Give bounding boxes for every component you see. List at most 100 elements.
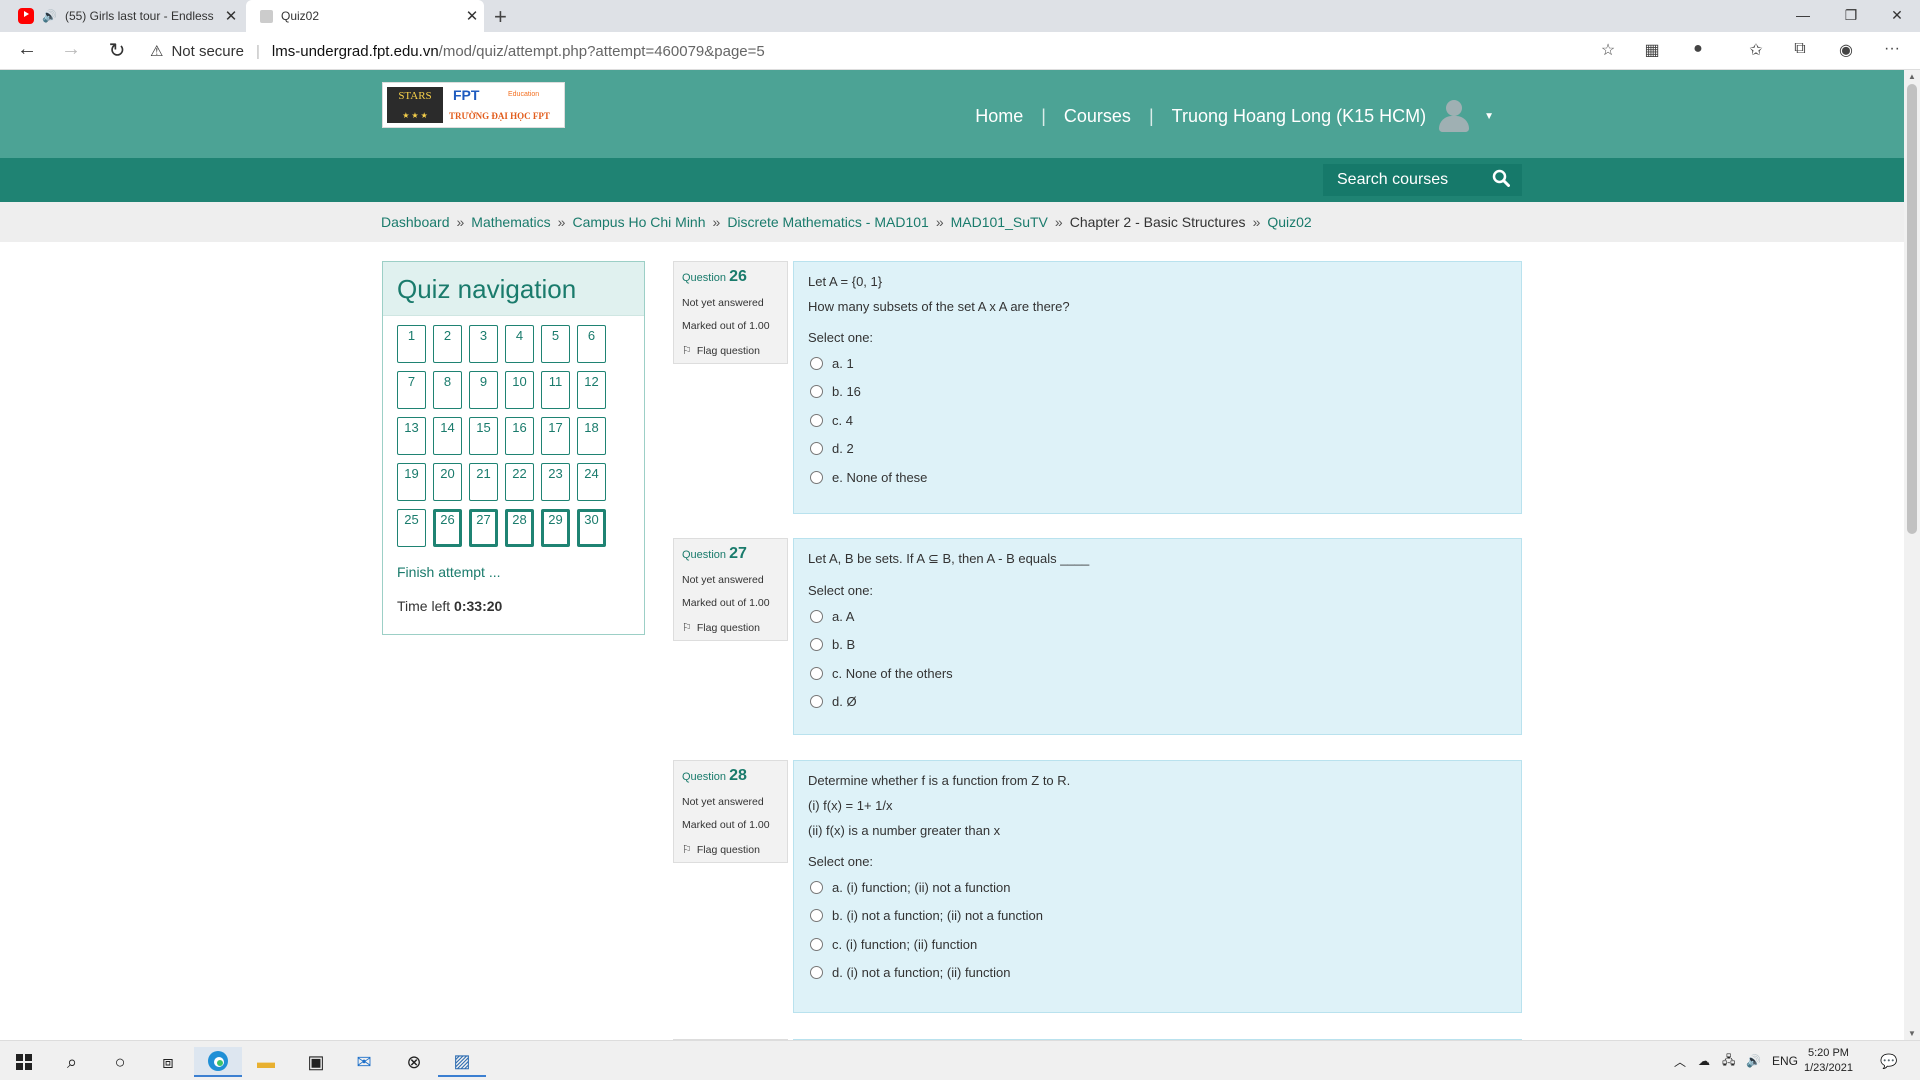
quiz-nav-button[interactable]: 3	[469, 325, 498, 363]
finish-attempt-link[interactable]: Finish attempt ...	[397, 564, 500, 580]
reload-button[interactable]: ↻	[102, 38, 132, 63]
answer-option[interactable]: b. 16	[808, 378, 1507, 407]
flag-question-button[interactable]: ⚐ Flag question	[682, 344, 779, 358]
quiz-nav-button[interactable]: 2	[433, 325, 462, 363]
answer-option-label[interactable]: c. None of the others	[832, 666, 953, 681]
more-menu-icon[interactable]: ···	[1880, 40, 1904, 58]
task-view-icon[interactable]: ⧈	[144, 1047, 192, 1077]
new-tab-button[interactable]: +	[494, 4, 507, 30]
answer-option[interactable]: b. B	[808, 631, 1507, 660]
xbox-icon[interactable]: ⊗	[390, 1047, 438, 1077]
radio-button[interactable]	[810, 909, 823, 923]
speaker-icon[interactable]: 🔊	[42, 9, 57, 23]
quiz-nav-button[interactable]: 22	[505, 463, 534, 501]
quiz-nav-button[interactable]: 1	[397, 325, 426, 363]
file-explorer-icon[interactable]: ▬	[242, 1047, 290, 1077]
quiz-nav-button[interactable]: 11	[541, 371, 570, 409]
nav-courses-link[interactable]: Courses	[1064, 106, 1131, 127]
site-logo[interactable]: STARS ★ ★ ★ FPT Education TRƯỜNG ĐẠI HỌC…	[382, 82, 565, 128]
windows-start-icon[interactable]	[0, 1047, 48, 1077]
scroll-down-icon[interactable]: ▼	[1908, 1029, 1916, 1038]
answer-option-label[interactable]: a. (i) function; (ii) not a function	[832, 880, 1010, 895]
radio-button[interactable]	[810, 385, 823, 399]
answer-option[interactable]: b. (i) not a function; (ii) not a functi…	[808, 902, 1507, 931]
profile-icon[interactable]: ◉	[1834, 40, 1858, 60]
answer-option[interactable]: c. 4	[808, 406, 1507, 435]
radio-button[interactable]	[810, 666, 823, 680]
photos-icon[interactable]: ▨	[438, 1047, 486, 1077]
onedrive-icon[interactable]: ☁	[1698, 1041, 1710, 1080]
back-button[interactable]: ←	[12, 38, 42, 61]
quiz-nav-button[interactable]: 10	[505, 371, 534, 409]
radio-button[interactable]	[810, 937, 823, 951]
answer-option[interactable]: a. A	[808, 602, 1507, 631]
scroll-up-icon[interactable]: ▲	[1908, 72, 1916, 81]
radio-button[interactable]	[810, 695, 823, 709]
quiz-nav-button[interactable]: 4	[505, 325, 534, 363]
flag-question-button[interactable]: ⚐ Flag question	[682, 843, 779, 857]
breadcrumb-item[interactable]: Quiz02	[1267, 214, 1311, 230]
page-scrollbar[interactable]: ▲ ▼	[1904, 70, 1920, 1040]
answer-option[interactable]: c. None of the others	[808, 659, 1507, 688]
quiz-nav-button[interactable]: 16	[505, 417, 534, 455]
radio-button[interactable]	[810, 442, 823, 456]
answer-option-label[interactable]: b. B	[832, 637, 855, 652]
answer-option[interactable]: d. 2	[808, 435, 1507, 464]
answer-option[interactable]: e. None of these	[808, 463, 1507, 492]
url-field[interactable]: ⚠ Not secure | lms-undergrad.fpt.edu.vn …	[150, 36, 1620, 66]
answer-option-label[interactable]: b. (i) not a function; (ii) not a functi…	[832, 908, 1043, 923]
answer-option-label[interactable]: e. None of these	[832, 470, 927, 485]
quiz-nav-button[interactable]: 20	[433, 463, 462, 501]
answer-option-label[interactable]: b. 16	[832, 384, 861, 399]
collections-icon[interactable]: ⧉	[1788, 40, 1812, 58]
answer-option[interactable]: d. Ø	[808, 688, 1507, 717]
answer-option-label[interactable]: d. (i) not a function; (ii) function	[832, 965, 1010, 980]
quiz-nav-button[interactable]: 25	[397, 509, 426, 547]
tray-overflow-icon[interactable]: ︿	[1674, 1041, 1686, 1080]
quiz-nav-button[interactable]: 29	[541, 509, 570, 547]
breadcrumb-item[interactable]: Chapter 2 - Basic Structures	[1070, 214, 1246, 230]
breadcrumb-item[interactable]: Discrete Mathematics - MAD101	[727, 214, 929, 230]
quiz-nav-button[interactable]: 23	[541, 463, 570, 501]
answer-option-label[interactable]: a. 1	[832, 356, 854, 371]
radio-button[interactable]	[810, 880, 823, 894]
quiz-nav-button[interactable]: 5	[541, 325, 570, 363]
extension-globe-icon[interactable]: ●	[1686, 40, 1710, 58]
answer-option[interactable]: d. (i) not a function; (ii) function	[808, 959, 1507, 988]
breadcrumb-item[interactable]: Dashboard	[381, 214, 450, 230]
breadcrumb-item[interactable]: Campus Ho Chi Minh	[572, 214, 705, 230]
quiz-nav-button[interactable]: 26	[433, 509, 462, 547]
quiz-nav-button[interactable]: 6	[577, 325, 606, 363]
mail-icon[interactable]: ✉	[340, 1047, 388, 1077]
search-icon[interactable]: ⌕	[48, 1047, 96, 1077]
quiz-nav-button[interactable]: 7	[397, 371, 426, 409]
search-courses-button[interactable]: Search courses	[1323, 164, 1522, 196]
answer-option[interactable]: a. 1	[808, 349, 1507, 378]
quiz-nav-button[interactable]: 21	[469, 463, 498, 501]
favorites-icon[interactable]: ✩	[1744, 40, 1768, 60]
breadcrumb-item[interactable]: Mathematics	[471, 214, 550, 230]
quiz-nav-button[interactable]: 28	[505, 509, 534, 547]
close-tab-icon[interactable]: ✕	[219, 7, 243, 25]
flag-question-button[interactable]: ⚐ Flag question	[682, 621, 779, 635]
cortana-icon[interactable]: ○	[96, 1047, 144, 1077]
answer-option-label[interactable]: c. (i) function; (ii) function	[832, 937, 977, 952]
nav-home-link[interactable]: Home	[975, 106, 1023, 127]
quiz-nav-button[interactable]: 30	[577, 509, 606, 547]
language-indicator[interactable]: ENG	[1772, 1041, 1798, 1080]
browser-tab-youtube[interactable]: 🔊 (55) Girls last tour - Endless ✕	[0, 0, 243, 32]
store-icon[interactable]: ▣	[292, 1047, 340, 1077]
radio-button[interactable]	[810, 966, 823, 980]
network-icon[interactable]: 🖧	[1722, 1041, 1735, 1080]
volume-icon[interactable]: 🔊	[1746, 1041, 1761, 1080]
answer-option-label[interactable]: d. Ø	[832, 694, 857, 709]
answer-option[interactable]: a. (i) function; (ii) not a function	[808, 873, 1507, 902]
radio-button[interactable]	[810, 609, 823, 623]
close-window-button[interactable]: ✕	[1874, 2, 1920, 28]
answer-option-label[interactable]: d. 2	[832, 441, 854, 456]
radio-button[interactable]	[810, 470, 823, 484]
quiz-nav-button[interactable]: 24	[577, 463, 606, 501]
radio-button[interactable]	[810, 638, 823, 652]
browser-tab-quiz02[interactable]: Quiz02 ✕	[246, 0, 484, 32]
quiz-nav-button[interactable]: 8	[433, 371, 462, 409]
